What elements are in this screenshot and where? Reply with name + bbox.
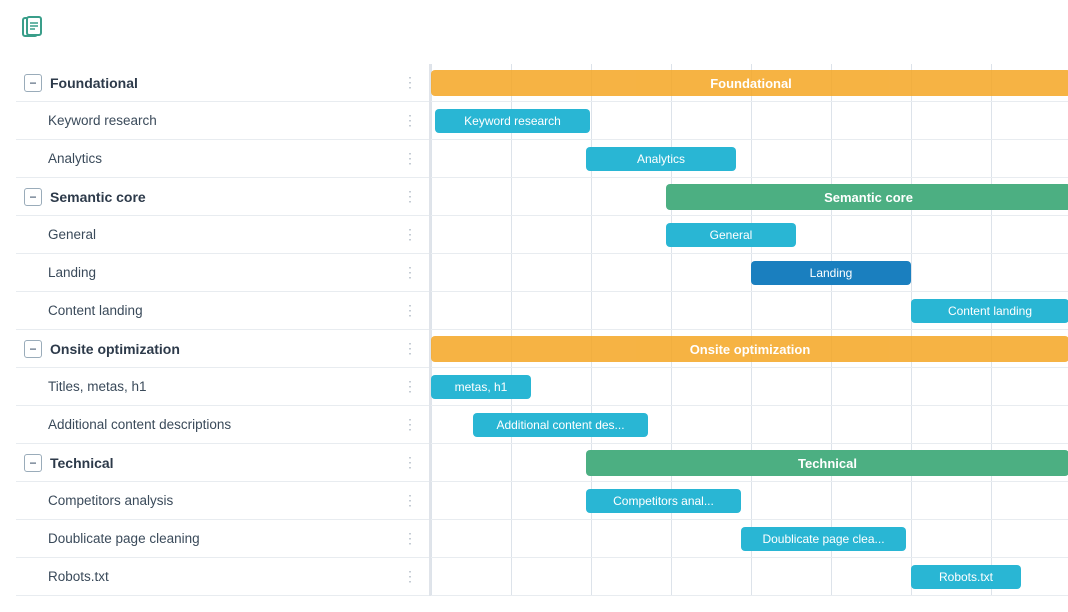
gantt-bar-titles-metas[interactable]: metas, h1 (431, 375, 531, 399)
task-name-robots: Robots.txt (48, 569, 399, 584)
gantt-row-foundational: Foundational (431, 64, 1068, 102)
gantt-bar-analytics[interactable]: Analytics (586, 147, 736, 171)
gantt-bar-additional-content[interactable]: Additional content des... (473, 413, 648, 437)
task-name-keyword-research: Keyword research (48, 113, 399, 128)
task-name-analytics: Analytics (48, 151, 399, 166)
task-dots-titles-metas[interactable]: ⋮ (399, 378, 421, 395)
gantt-row-content-landing: Content landing (431, 292, 1068, 330)
task-row-titles-metas: Titles, metas, h1⋮ (16, 368, 429, 406)
gantt-bar-content-landing[interactable]: Content landing (911, 299, 1068, 323)
task-dots-competitors[interactable]: ⋮ (399, 492, 421, 509)
task-dots-additional-content[interactable]: ⋮ (399, 416, 421, 433)
gantt-row-landing: Landing (431, 254, 1068, 292)
task-row-semantic-core: −Semantic core⋮ (16, 178, 429, 216)
gantt-bar-robots[interactable]: Robots.txt (911, 565, 1021, 589)
task-dots-onsite-optimization[interactable]: ⋮ (399, 340, 421, 357)
task-name-competitors: Competitors analysis (48, 493, 399, 508)
task-name-additional-content: Additional content descriptions (48, 417, 399, 432)
gantt-bar-keyword-research[interactable]: Keyword research (435, 109, 590, 133)
gantt-row-technical: Technical (431, 444, 1068, 482)
task-row-onsite-optimization: −Onsite optimization⋮ (16, 330, 429, 368)
gantt-wrapper: −Foundational⋮Keyword research⋮Analytics… (16, 64, 1068, 596)
task-name-general: General (48, 227, 399, 242)
task-row-robots: Robots.txt⋮ (16, 558, 429, 596)
task-dots-semantic-core[interactable]: ⋮ (399, 188, 421, 205)
group-toggle-semantic-core[interactable]: − (24, 188, 42, 206)
task-row-foundational: −Foundational⋮ (16, 64, 429, 102)
task-row-general: General⋮ (16, 216, 429, 254)
gantt-bar-general[interactable]: General (666, 223, 796, 247)
task-row-doublicate: Doublicate page cleaning⋮ (16, 520, 429, 558)
task-row-landing: Landing⋮ (16, 254, 429, 292)
task-name-semantic-core: Semantic core (50, 189, 399, 205)
gantt-chart: Foundational Keyword research Analytics Sem… (431, 64, 1068, 596)
gantt-row-doublicate: Doublicate page clea... (431, 520, 1068, 558)
task-row-additional-content: Additional content descriptions⋮ (16, 406, 429, 444)
task-dots-foundational[interactable]: ⋮ (399, 74, 421, 91)
gantt-bar-semantic-core[interactable]: Semantic core (666, 184, 1068, 210)
task-name-titles-metas: Titles, metas, h1 (48, 379, 399, 394)
task-dots-robots[interactable]: ⋮ (399, 568, 421, 585)
task-dots-general[interactable]: ⋮ (399, 226, 421, 243)
task-row-content-landing: Content landing⋮ (16, 292, 429, 330)
task-dots-technical[interactable]: ⋮ (399, 454, 421, 471)
seo-plan-icon (20, 16, 46, 48)
task-name-technical: Technical (50, 455, 399, 471)
gantt-row-general: General (431, 216, 1068, 254)
app-container: −Foundational⋮Keyword research⋮Analytics… (0, 0, 1068, 612)
task-name-onsite-optimization: Onsite optimization (50, 341, 399, 357)
gantt-bar-landing[interactable]: Landing (751, 261, 911, 285)
page-header (16, 16, 1068, 48)
task-name-content-landing: Content landing (48, 303, 399, 318)
group-toggle-foundational[interactable]: − (24, 74, 42, 92)
task-dots-doublicate[interactable]: ⋮ (399, 530, 421, 547)
task-dots-analytics[interactable]: ⋮ (399, 150, 421, 167)
task-row-competitors: Competitors analysis⋮ (16, 482, 429, 520)
task-name-landing: Landing (48, 265, 399, 280)
gantt-row-semantic-core: Semantic core (431, 178, 1068, 216)
task-dots-landing[interactable]: ⋮ (399, 264, 421, 281)
gantt-row-additional-content: Additional content des... (431, 406, 1068, 444)
group-toggle-onsite-optimization[interactable]: − (24, 340, 42, 358)
gantt-bar-doublicate[interactable]: Doublicate page clea... (741, 527, 906, 551)
task-dots-content-landing[interactable]: ⋮ (399, 302, 421, 319)
task-list: −Foundational⋮Keyword research⋮Analytics… (16, 64, 431, 596)
gantt-row-onsite-optimization: Onsite optimization (431, 330, 1068, 368)
task-dots-keyword-research[interactable]: ⋮ (399, 112, 421, 129)
gantt-bar-competitors[interactable]: Competitors anal... (586, 489, 741, 513)
gantt-row-keyword-research: Keyword research (431, 102, 1068, 140)
task-row-analytics: Analytics⋮ (16, 140, 429, 178)
gantt-row-titles-metas: metas, h1 (431, 368, 1068, 406)
task-name-doublicate: Doublicate page cleaning (48, 531, 399, 546)
gantt-row-analytics: Analytics (431, 140, 1068, 178)
group-toggle-technical[interactable]: − (24, 454, 42, 472)
gantt-bar-onsite-optimization[interactable]: Onsite optimization (431, 336, 1068, 362)
task-row-keyword-research: Keyword research⋮ (16, 102, 429, 140)
task-row-technical: −Technical⋮ (16, 444, 429, 482)
task-name-foundational: Foundational (50, 75, 399, 91)
gantt-bar-foundational[interactable]: Foundational (431, 70, 1068, 96)
gantt-bar-technical[interactable]: Technical (586, 450, 1068, 476)
gantt-row-competitors: Competitors anal... (431, 482, 1068, 520)
gantt-row-robots: Robots.txt (431, 558, 1068, 596)
